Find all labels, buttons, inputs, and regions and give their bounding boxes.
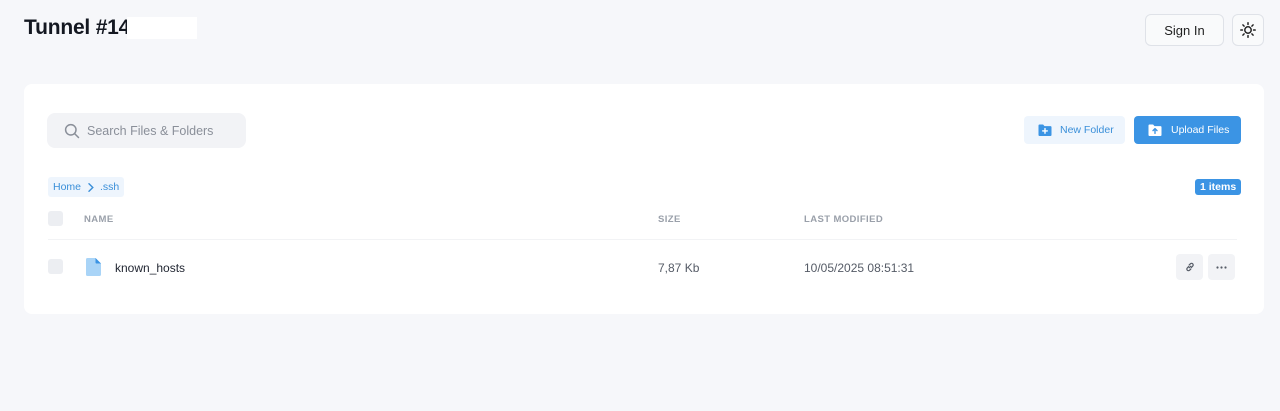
ellipsis-icon	[1216, 265, 1227, 269]
file-icon	[86, 258, 101, 276]
column-header-size[interactable]: SIZE	[658, 214, 681, 225]
page-title: Tunnel #14	[24, 16, 131, 39]
search-input[interactable]	[87, 123, 237, 138]
chevron-right-icon	[88, 182, 94, 192]
search-box[interactable]	[47, 113, 246, 148]
file-name[interactable]: known_hosts	[115, 261, 185, 275]
more-actions-button[interactable]	[1208, 254, 1235, 280]
copy-link-button[interactable]	[1176, 254, 1203, 280]
new-folder-button[interactable]: New Folder	[1024, 116, 1125, 144]
link-icon	[1185, 262, 1194, 272]
breadcrumb-current[interactable]: .ssh	[100, 181, 119, 193]
header: Tunnel #14 Sign In	[0, 0, 1280, 70]
column-header-name[interactable]: NAME	[84, 214, 114, 225]
folder-plus-icon	[1038, 124, 1052, 136]
breadcrumb-home[interactable]: Home	[53, 181, 81, 193]
title-redaction	[127, 17, 198, 39]
header-divider	[48, 239, 1237, 240]
row-checkbox[interactable]	[48, 259, 63, 274]
file-size: 7,87 Kb	[658, 261, 700, 275]
new-folder-label: New Folder	[1060, 124, 1114, 136]
select-all-checkbox[interactable]	[48, 211, 63, 226]
column-header-last-modified[interactable]: LAST MODIFIED	[804, 214, 883, 225]
search-icon	[64, 123, 80, 138]
item-count-badge: 1 items	[1195, 179, 1242, 195]
theme-toggle-button[interactable]	[1232, 14, 1264, 46]
file-browser-panel: New Folder Upload Files Home .ssh 1 item…	[24, 84, 1264, 314]
sign-in-button[interactable]: Sign In	[1145, 14, 1224, 46]
upload-files-button[interactable]: Upload Files	[1134, 116, 1241, 144]
file-last-modified: 10/05/2025 08:51:31	[804, 261, 915, 275]
folder-upload-icon	[1148, 124, 1162, 136]
upload-files-label: Upload Files	[1171, 124, 1230, 136]
sun-icon	[1240, 22, 1256, 38]
breadcrumb: Home .ssh	[48, 177, 125, 197]
title-wrap: Tunnel #14	[24, 14, 198, 42]
